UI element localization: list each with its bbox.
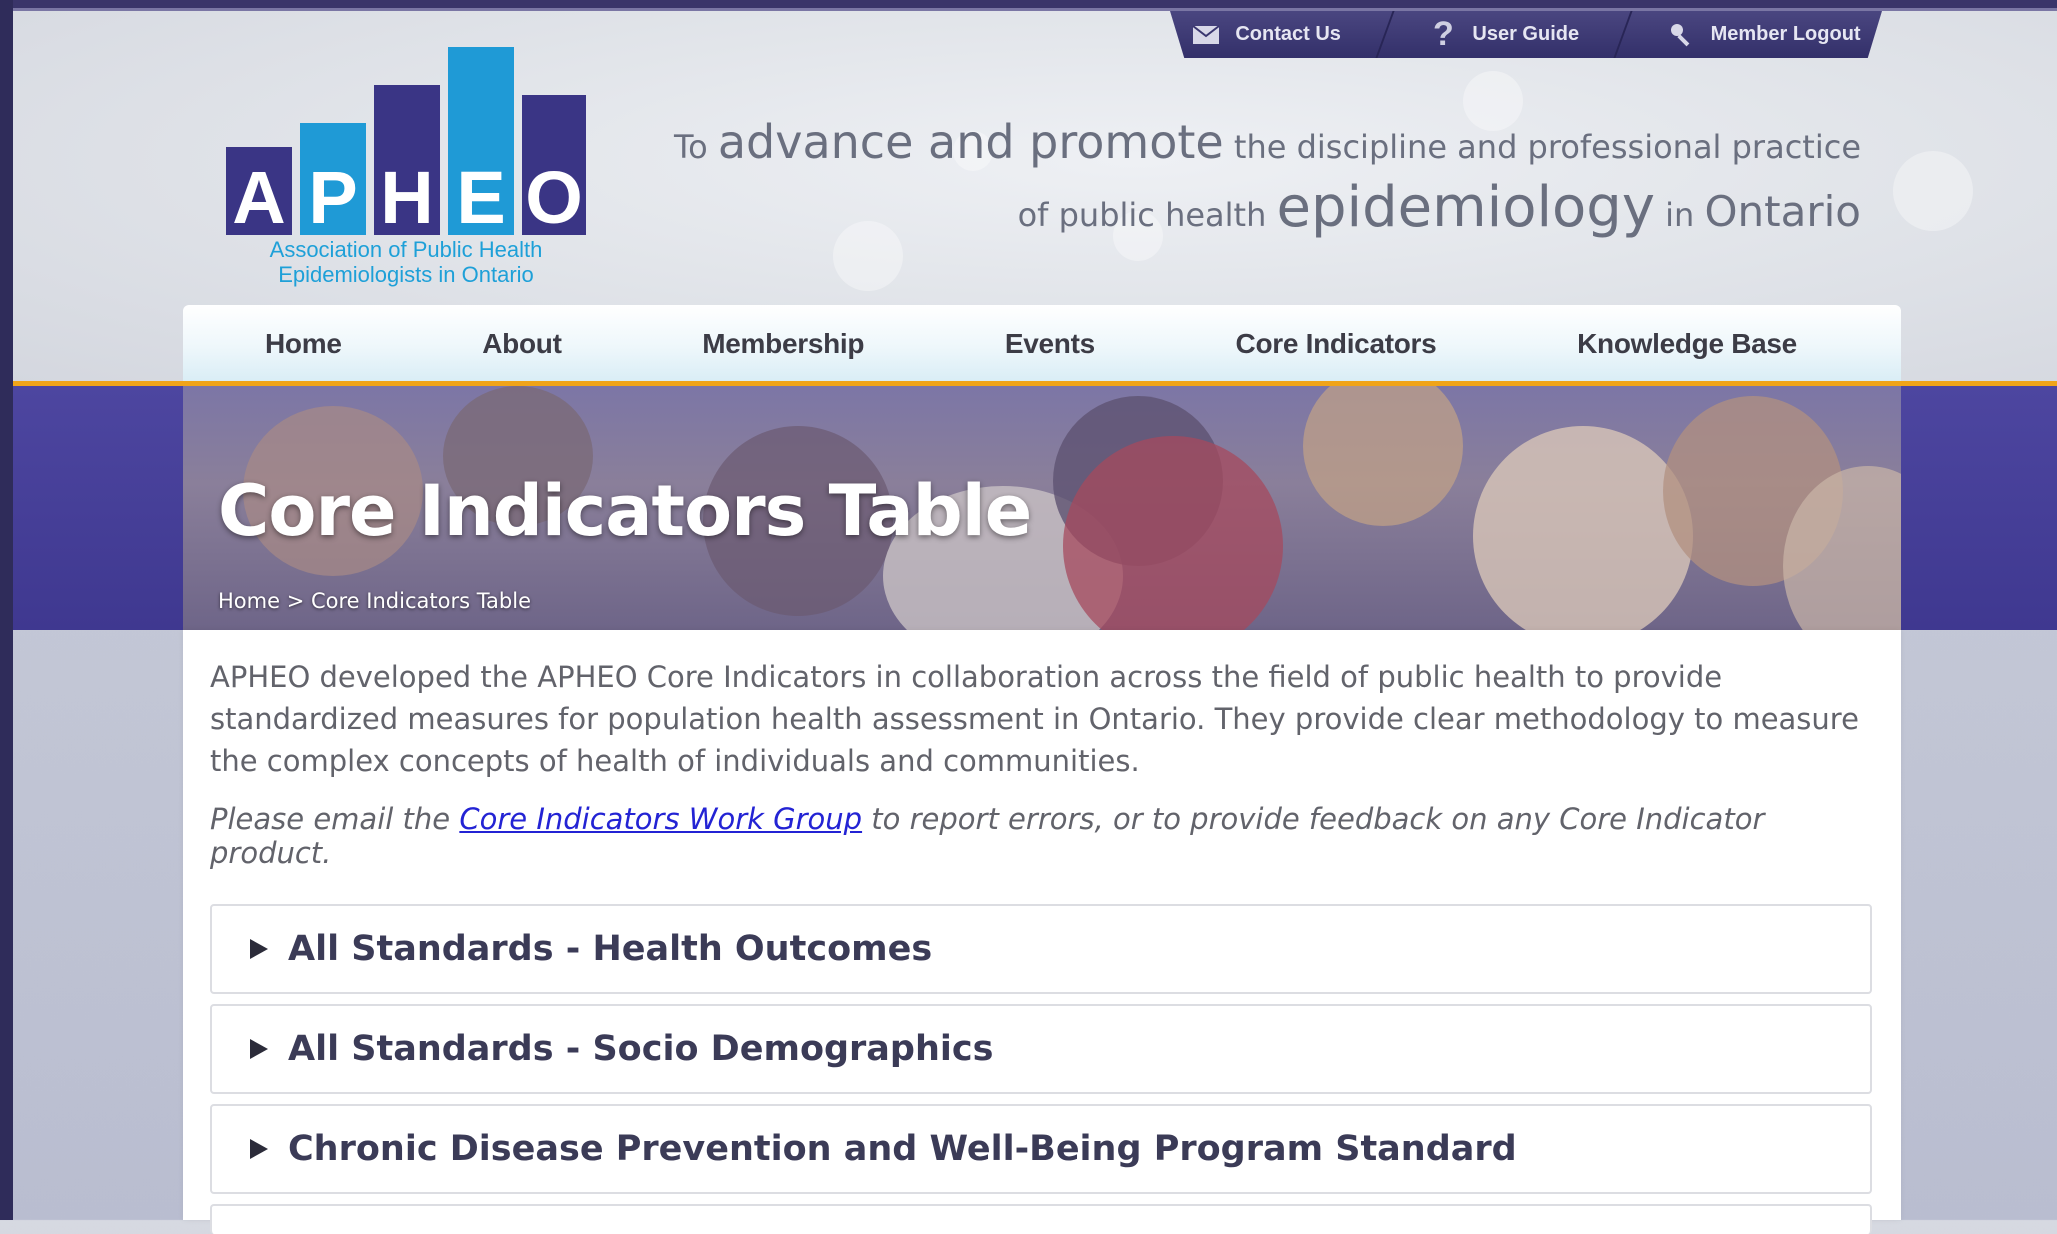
top-border [0,0,2057,8]
nav-home[interactable]: Home [265,328,342,360]
contact-us-link[interactable]: Contact Us [1191,20,1341,50]
tagline-emphasis: epidemiology [1276,175,1655,240]
note-text: Please email the [210,802,451,836]
nav-about[interactable]: About [482,328,562,360]
nav-events[interactable]: Events [1005,328,1095,360]
tagline-word: To [673,128,708,166]
nav-knowledge-base[interactable]: Knowledge Base [1577,328,1797,360]
utility-bar: Contact Us ? User Guide Member Logout [1170,11,1882,58]
breadcrumb: Home > Core Indicators Table [218,589,531,613]
tagline-emphasis: Ontario [1704,187,1861,236]
envelope-icon [1191,20,1221,50]
tagline-emphasis: advance and promote [717,115,1224,169]
left-border [0,0,13,1220]
main-content: APHEO developed the APHEO Core Indicator… [183,630,1901,1234]
user-guide-label: User Guide [1472,23,1580,45]
page-title: Core Indicators Table [218,470,1032,552]
accordion-label: All Standards - Health Outcomes [288,929,933,969]
work-group-link[interactable]: Core Indicators Work Group [459,802,862,836]
logo-letter: P [308,156,358,239]
logo-letter: A [232,156,286,239]
member-logout-link[interactable]: Member Logout [1667,20,1861,50]
triangle-right-icon [250,939,268,959]
logo-caption-line: Epidemiologists in Ontario [278,262,534,287]
tagline-word: of public health [1017,196,1267,234]
breadcrumb-separator: > [286,589,305,613]
accordion-socio-demographics[interactable]: All Standards - Socio Demographics [210,1004,1872,1094]
member-logout-label: Member Logout [1710,23,1861,45]
apheo-logo[interactable]: A P H E O Association of Public Health E… [226,45,586,290]
triangle-right-icon [250,1139,268,1159]
breadcrumb-current: Core Indicators Table [311,589,531,613]
utility-divider [1375,11,1395,58]
page-banner: Core Indicators Table Home > Core Indica… [183,386,1901,630]
key-icon [1667,20,1697,50]
accordion-health-outcomes[interactable]: All Standards - Health Outcomes [210,904,1872,994]
logo-caption-line: Association of Public Health [269,237,543,262]
main-nav: Home About Membership Events Core Indica… [183,305,1901,382]
triangle-right-icon [250,1039,268,1059]
accordion-label: Chronic Disease Prevention and Well-Bein… [288,1129,1517,1169]
feedback-note: Please email the Core Indicators Work Gr… [210,802,1880,870]
accordion-label: All Standards - Socio Demographics [288,1029,994,1069]
intro-paragraph: APHEO developed the APHEO Core Indicator… [210,660,1859,778]
logo-letter: H [380,156,434,239]
breadcrumb-home-link[interactable]: Home [218,589,280,613]
tagline-word: the discipline and professional practice [1233,128,1861,166]
question-icon: ? [1433,15,1454,53]
nav-membership[interactable]: Membership [702,328,864,360]
tagline-word: in [1665,196,1695,234]
nav-core-indicators[interactable]: Core Indicators [1236,328,1437,360]
logo-letter: E [456,156,506,239]
user-guide-link[interactable]: ? User Guide [1428,15,1580,53]
accordion-next-partial[interactable] [210,1204,1872,1234]
logo-mark: A P H E O [226,45,586,235]
contact-us-label: Contact Us [1235,23,1341,45]
accordion-chronic-disease[interactable]: Chronic Disease Prevention and Well-Bein… [210,1104,1872,1194]
logo-caption: Association of Public Health Epidemiolog… [226,237,586,287]
logo-letter: O [525,156,583,239]
site-tagline: To advance and promote the discipline an… [674,112,1861,246]
utility-divider [1613,11,1633,58]
